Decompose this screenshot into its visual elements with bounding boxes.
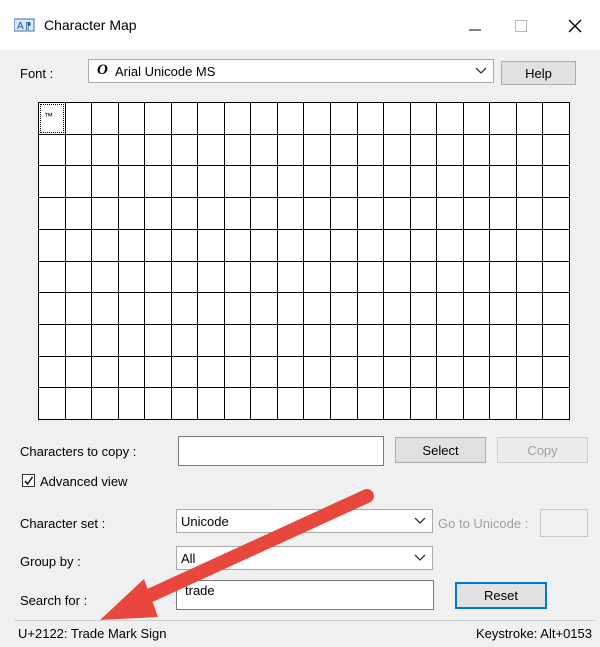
annotation-arrow-head	[100, 579, 158, 620]
annotation-arrow	[100, 489, 374, 620]
annotation-arrow-shaft	[133, 489, 374, 607]
